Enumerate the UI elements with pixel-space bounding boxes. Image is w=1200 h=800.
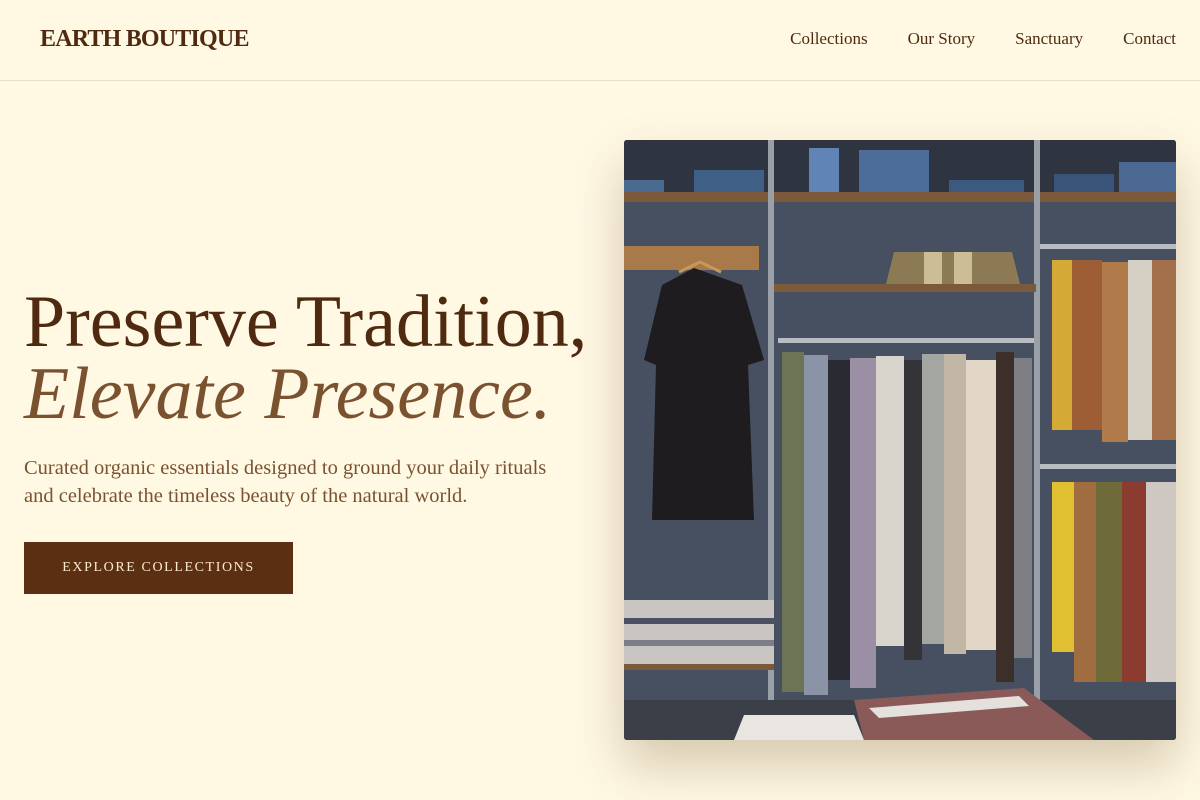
main-nav: Collections Our Story Sanctuary Contact [790, 29, 1176, 49]
hero-title-line2: Elevate Presence. [24, 353, 552, 435]
hero-title-line1: Preserve Tradition, [24, 281, 588, 363]
nav-link-our-story[interactable]: Our Story [908, 29, 976, 49]
nav-link-collections[interactable]: Collections [790, 29, 867, 49]
site-header: EARTH BOUTIQUE Collections Our Story San… [0, 0, 1200, 81]
hero-image-boutique-interior [624, 140, 1176, 740]
nav-link-sanctuary[interactable]: Sanctuary [1015, 29, 1083, 49]
brand-logo[interactable]: EARTH BOUTIQUE [40, 26, 249, 53]
hero-title: Preserve Tradition, Elevate Presence. [24, 281, 588, 435]
explore-collections-button[interactable]: EXPLORE COLLECTIONS [24, 542, 293, 594]
hero-subtitle: Curated organic essentials designed to g… [24, 457, 547, 507]
nav-link-contact[interactable]: Contact [1123, 29, 1176, 49]
